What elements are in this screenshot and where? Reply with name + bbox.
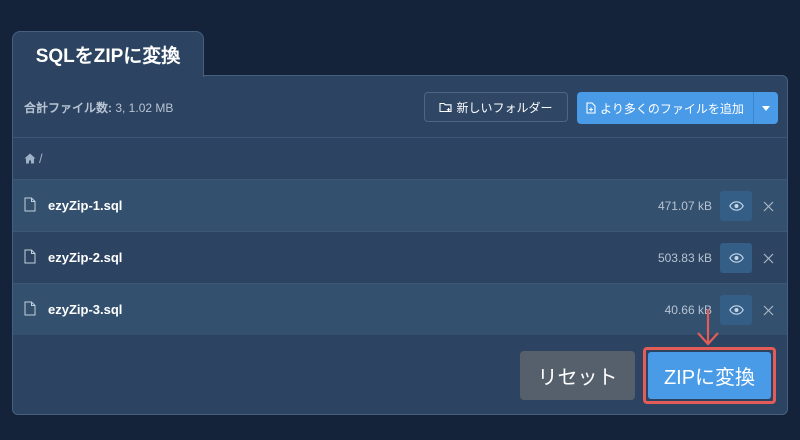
file-count-value: 3, 1.02 MB (115, 101, 174, 115)
file-row: ezyZip-1.sql 471.07 kB (13, 179, 787, 231)
eye-icon (728, 305, 744, 315)
file-name: ezyZip-1.sql (48, 198, 123, 213)
close-icon (763, 201, 774, 212)
close-icon (763, 305, 774, 316)
file-row: ezyZip-3.sql 40.66 kB (13, 283, 787, 335)
toolbar: 合計ファイル数: 3, 1.02 MB 新しいフォルダー より多くのファイルを追… (13, 76, 787, 137)
eye-icon (728, 201, 744, 211)
file-size: 471.07 kB (657, 198, 712, 213)
remove-file-button[interactable] (758, 194, 778, 218)
remove-file-button[interactable] (758, 246, 778, 270)
file-icon (24, 249, 38, 267)
close-icon (763, 253, 774, 264)
file-name: ezyZip-3.sql (48, 302, 123, 317)
arrow-down-icon (695, 308, 721, 348)
file-plus-icon (586, 102, 596, 114)
file-icon (24, 301, 38, 319)
breadcrumb-separator: / (39, 151, 43, 166)
file-row: ezyZip-2.sql 503.83 kB (13, 231, 787, 283)
file-count: 合計ファイル数: 3, 1.02 MB (24, 99, 173, 116)
new-folder-button[interactable]: 新しいフォルダー (424, 92, 568, 122)
breadcrumb: / (13, 137, 787, 179)
remove-file-button[interactable] (758, 298, 778, 322)
chevron-down-icon (762, 105, 770, 111)
preview-button[interactable] (720, 243, 752, 273)
file-icon (24, 197, 38, 215)
add-files-button[interactable]: より多くのファイルを追加 (577, 92, 778, 124)
add-files-main[interactable]: より多くのファイルを追加 (577, 92, 754, 124)
file-list: ezyZip-1.sql 471.07 kB ezyZip-2.sql 503.… (13, 179, 787, 335)
convert-button[interactable]: ZIPに変換 (648, 352, 771, 399)
folder-plus-icon (439, 101, 453, 113)
tab-title: SQLをZIPに変換 (35, 46, 181, 67)
preview-button[interactable] (720, 191, 752, 221)
converter-panel: 合計ファイル数: 3, 1.02 MB 新しいフォルダー より多くのファイルを追… (12, 75, 788, 415)
file-name: ezyZip-2.sql (48, 250, 123, 265)
eye-icon (728, 253, 744, 263)
add-files-dropdown[interactable] (754, 92, 778, 124)
reset-button[interactable]: リセット (520, 351, 635, 400)
convert-highlight: ZIPに変換 (643, 347, 776, 404)
preview-button[interactable] (720, 295, 752, 325)
file-size: 503.83 kB (657, 250, 712, 265)
reset-label: リセット (537, 367, 618, 389)
convert-label: ZIPに変換 (663, 367, 756, 389)
tab-sql-to-zip[interactable]: SQLをZIPに変換 (12, 31, 204, 77)
file-count-label: 合計ファイル数: (24, 101, 112, 115)
home-icon[interactable] (24, 153, 36, 164)
new-folder-label: 新しいフォルダー (456, 100, 553, 115)
add-files-label: より多くのファイルを追加 (600, 101, 744, 116)
